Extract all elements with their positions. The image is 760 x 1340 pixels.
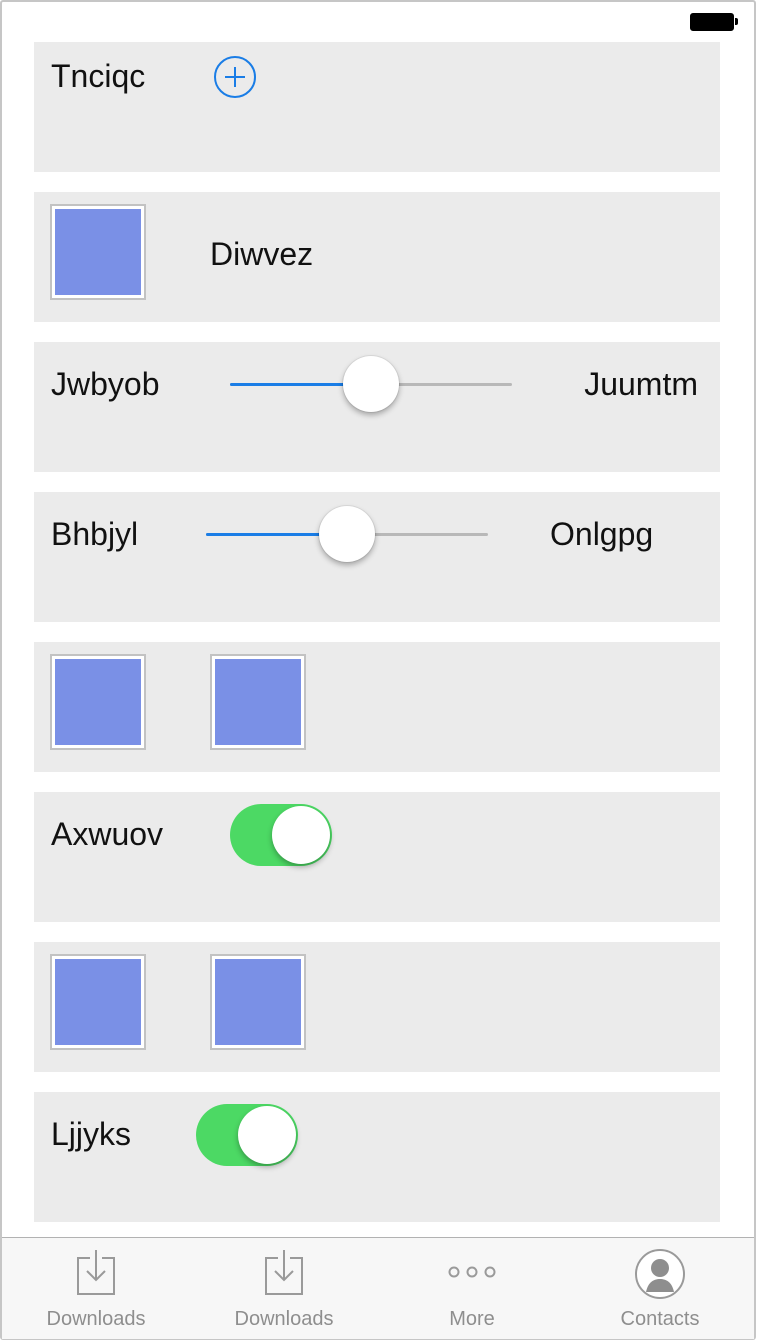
row-tnciqc: Tnciqc — [34, 42, 720, 172]
tab-downloads-2[interactable]: Downloads — [190, 1238, 378, 1338]
tab-more[interactable]: More — [378, 1238, 566, 1338]
more-icon — [448, 1266, 496, 1278]
slider-max-label: Juumtm — [584, 366, 698, 402]
row-slider-jwbyob: Jwbyob Juumtm — [34, 342, 720, 472]
toggle-knob — [238, 1106, 296, 1164]
row-ljjyks: Ljjyks — [34, 1092, 720, 1222]
image-thumbnail — [50, 654, 146, 750]
row-label: Axwuov — [51, 816, 164, 852]
row-label: Diwvez — [210, 236, 314, 272]
tab-label: Contacts — [620, 1308, 700, 1330]
tab-contacts[interactable]: Contacts — [566, 1238, 754, 1338]
slider[interactable] — [206, 504, 488, 564]
toggle-knob — [272, 806, 330, 864]
slider-max-label: Onlgpg — [550, 516, 654, 552]
slider-min-label: Bhbjyl — [51, 516, 139, 552]
tab-label: Downloads — [46, 1308, 146, 1330]
add-icon[interactable] — [214, 56, 256, 98]
toggle-switch[interactable] — [230, 804, 332, 866]
slider[interactable] — [230, 354, 512, 414]
image-thumbnail — [210, 954, 306, 1050]
download-icon — [77, 1250, 115, 1295]
tab-label: Downloads — [234, 1308, 334, 1330]
row-slider-bhbjyl: Bhbjyl Onlgpg — [34, 492, 720, 622]
tab-label: More — [449, 1308, 495, 1330]
contacts-icon — [635, 1249, 685, 1299]
download-icon — [265, 1250, 303, 1295]
tab-bar: Downloads Downloads More Contacts — [2, 1237, 754, 1339]
row-label: Tnciqc — [51, 58, 146, 94]
tab-downloads-1[interactable]: Downloads — [2, 1238, 190, 1338]
row-images — [34, 642, 720, 772]
image-thumbnail — [50, 204, 146, 300]
image-thumbnail — [50, 954, 146, 1050]
image-thumbnail — [210, 654, 306, 750]
slider-thumb[interactable] — [343, 356, 399, 412]
toggle-switch[interactable] — [196, 1104, 298, 1166]
battery-icon — [690, 13, 738, 31]
slider-min-label: Jwbyob — [51, 366, 160, 402]
row-axwuov: Axwuov — [34, 792, 720, 922]
slider-thumb[interactable] — [319, 506, 375, 562]
row-images — [34, 942, 720, 1072]
row-label: Ljjyks — [51, 1116, 132, 1152]
row-diwvez: Diwvez — [34, 192, 720, 322]
